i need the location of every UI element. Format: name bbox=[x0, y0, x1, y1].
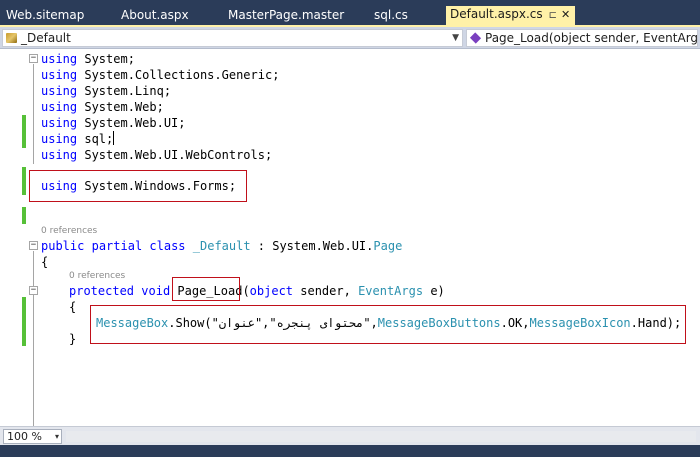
member-dropdown[interactable]: Page_Load(object sender, EventArgs e) bbox=[466, 29, 698, 47]
tab-label: sql.cs bbox=[374, 8, 408, 22]
change-marker bbox=[22, 167, 26, 195]
codelens-references[interactable]: 0 references bbox=[69, 271, 125, 281]
horizontal-scrollbar[interactable] bbox=[66, 431, 696, 442]
tab-label: About.aspx bbox=[121, 8, 189, 22]
change-marker bbox=[22, 297, 26, 346]
tab-default-aspx-cs[interactable]: Default.aspx.cs ⊏ ✕ bbox=[446, 6, 576, 25]
text-caret bbox=[113, 131, 115, 145]
collapse-toggle[interactable]: − bbox=[29, 286, 38, 295]
chevron-down-icon[interactable]: ▾ bbox=[55, 430, 59, 443]
document-tab-strip: Web.sitemap About.aspx MasterPage.master… bbox=[0, 0, 700, 27]
change-marker bbox=[22, 207, 26, 224]
tab-label: MasterPage.master bbox=[228, 8, 345, 22]
tab-sql-cs[interactable]: sql.cs bbox=[374, 7, 408, 25]
pin-icon[interactable]: ⊏ bbox=[549, 10, 557, 21]
highlight-box-messagebox bbox=[90, 305, 686, 344]
collapse-toggle[interactable]: − bbox=[29, 241, 38, 250]
code-line: public partial class _Default : System.W… bbox=[41, 239, 403, 253]
class-icon bbox=[6, 33, 17, 43]
indicator-margin bbox=[0, 49, 22, 426]
close-icon[interactable]: ✕ bbox=[561, 8, 570, 21]
codelens-references[interactable]: 0 references bbox=[41, 226, 97, 236]
tab-label: Web.sitemap bbox=[6, 8, 85, 22]
navigation-bar: _Default ▼ Page_Load(object sender, Even… bbox=[0, 27, 700, 49]
code-line: using System.Web; bbox=[41, 100, 164, 114]
zoom-value: 100 % bbox=[7, 430, 42, 443]
code-line: using System.Linq; bbox=[41, 84, 172, 98]
code-line: { bbox=[69, 300, 77, 314]
type-dropdown[interactable]: _Default ▼ bbox=[2, 29, 463, 47]
tab-label: Default.aspx.cs bbox=[450, 7, 543, 21]
code-line: using System; bbox=[41, 52, 135, 66]
code-line: { bbox=[41, 255, 49, 269]
outline-guide bbox=[33, 251, 34, 426]
outline-guide bbox=[33, 64, 34, 164]
member-dropdown-value: Page_Load(object sender, EventArgs e) bbox=[485, 31, 698, 45]
collapse-toggle[interactable]: − bbox=[29, 54, 38, 63]
code-line: } bbox=[69, 332, 77, 346]
code-line: using System.Web.UI.WebControls; bbox=[41, 148, 273, 162]
chevron-down-icon[interactable]: ▼ bbox=[452, 30, 459, 46]
window-bottom-border bbox=[0, 445, 700, 457]
highlight-box-page-load bbox=[172, 277, 240, 301]
type-dropdown-value: _Default bbox=[21, 31, 71, 45]
code-line: using System.Web.UI; bbox=[41, 116, 186, 130]
code-line: using sql; bbox=[41, 131, 115, 146]
code-line: using System.Collections.Generic; bbox=[41, 68, 280, 82]
method-icon bbox=[469, 32, 482, 44]
highlight-box-using-forms bbox=[29, 170, 247, 202]
tab-masterpage-master[interactable]: MasterPage.master bbox=[228, 7, 344, 25]
change-marker bbox=[22, 115, 26, 148]
code-editor[interactable]: − − − using System; using System.Collect… bbox=[0, 49, 700, 426]
tab-web-sitemap[interactable]: Web.sitemap bbox=[6, 7, 84, 25]
code-line: protected void Page_Load(object sender, … bbox=[69, 284, 445, 298]
zoom-dropdown[interactable]: 100 % ▾ bbox=[3, 429, 62, 444]
tab-about-aspx[interactable]: About.aspx bbox=[121, 7, 189, 25]
editor-status-bar: 100 % ▾ bbox=[0, 426, 700, 445]
